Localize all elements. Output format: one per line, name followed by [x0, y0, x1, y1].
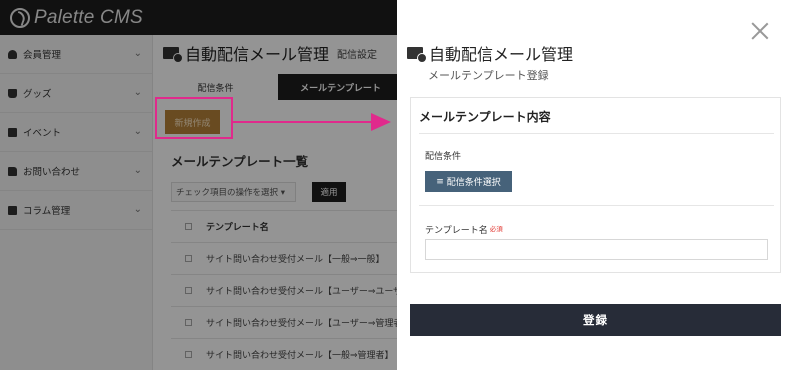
panel-title: 自動配信メール管理	[407, 41, 573, 65]
annotation-highlight-box	[155, 97, 233, 139]
template-name-label: テンプレート名 必須	[425, 223, 503, 236]
template-content-card: メールテンプレート内容 配信条件 ≡ 配信条件選択 テンプレート名 必須	[410, 97, 781, 273]
delivery-condition-label: 配信条件	[425, 152, 462, 162]
template-name-input[interactable]	[425, 239, 768, 260]
card-title: メールテンプレート内容	[419, 110, 551, 124]
divider	[419, 205, 774, 206]
select-condition-label: 配信条件選択	[446, 178, 501, 188]
panel-title-text: 自動配信メール管理	[429, 45, 574, 64]
template-name-label-text: テンプレート名	[425, 226, 488, 236]
register-button[interactable]: 登録	[410, 304, 781, 336]
mail-settings-icon	[407, 47, 427, 63]
required-badge: 必須	[489, 225, 503, 233]
panel-subtitle: メールテンプレート登録	[428, 69, 549, 82]
divider	[419, 133, 774, 134]
list-filter-icon: ≡	[436, 176, 444, 187]
select-condition-button[interactable]: ≡ 配信条件選択	[425, 171, 512, 192]
close-icon[interactable]	[751, 22, 769, 40]
template-register-panel: 自動配信メール管理 メールテンプレート登録 メールテンプレート内容 配信条件 ≡…	[397, 0, 791, 370]
annotation-arrow-icon	[233, 113, 391, 131]
modal-overlay[interactable]	[0, 0, 397, 370]
